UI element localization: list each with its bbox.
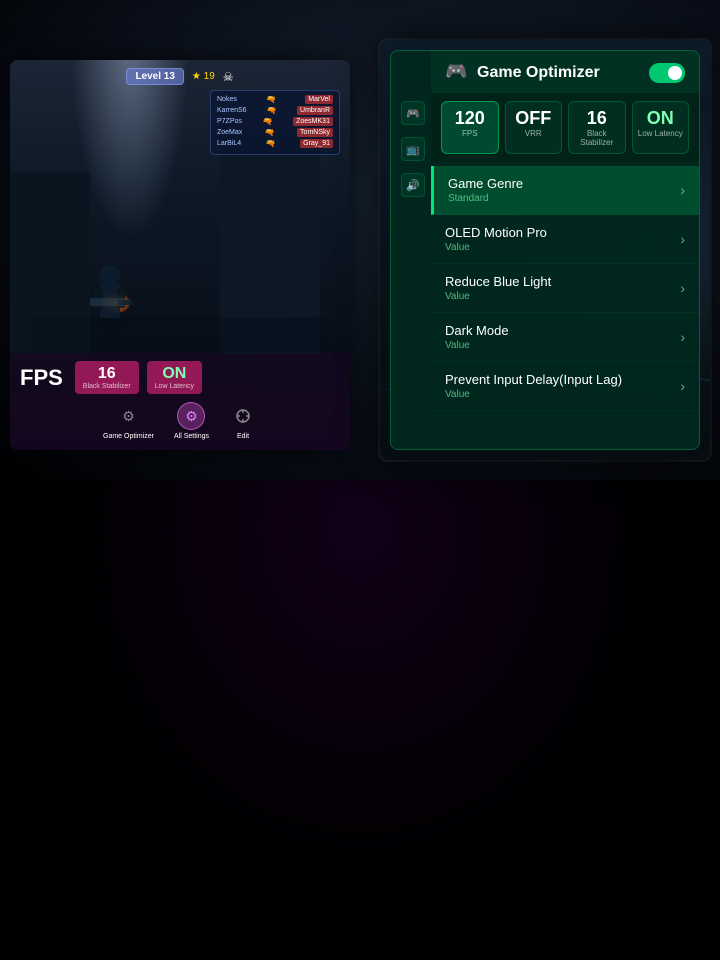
table-row: ZoeMax 🔫 TomNSky — [217, 128, 333, 137]
fps-tile: 120 FPS — [441, 101, 499, 154]
level-badge: Level 13 — [126, 68, 183, 85]
black-stabilizer-badge: 16 Black Stabilizer — [75, 361, 139, 394]
table-row: P7ZPos 🔫 ZoesMK31 — [217, 117, 333, 126]
table-row: KarrenS6 🔫 UmbranR — [217, 106, 333, 115]
weapon-icon: 🔫 — [263, 117, 273, 126]
game-optimizer-shortcut[interactable]: ⚙ Game Optimizer — [103, 402, 154, 440]
optimizer-header: 🎮 Game Optimizer — [431, 51, 699, 93]
menu-item-game-genre[interactable]: Game Genre Standard › — [431, 166, 699, 215]
reduce-blue-light-info: Reduce Blue Light Value — [445, 274, 551, 302]
game-genre-value: Standard — [448, 193, 523, 204]
toggle-knob — [668, 66, 682, 80]
oled-motion-title: OLED Motion Pro — [445, 225, 547, 240]
weapon-icon: 🔫 — [265, 128, 275, 137]
game-icon: 🎮 — [445, 61, 469, 85]
input-delay-info: Prevent Input Delay(Input Lag) Value — [445, 372, 622, 400]
crosshair-icon — [229, 402, 257, 430]
weapon-icon: 🔫 — [267, 106, 277, 115]
optimizer-title-row: 🎮 Game Optimizer — [445, 61, 600, 85]
chevron-icon: › — [680, 182, 685, 198]
reduce-blue-light-title: Reduce Blue Light — [445, 274, 551, 289]
latency-tile: ON Low Latency — [632, 101, 690, 154]
chevron-icon: › — [680, 378, 685, 394]
bottom-section — [0, 480, 720, 960]
all-settings-label: All Settings — [174, 433, 209, 440]
black-stabilizer-value: 16 — [83, 365, 131, 383]
optimizer-title: Game Optimizer — [477, 64, 600, 82]
game-genre-info: Game Genre Standard — [448, 176, 523, 204]
game-genre-title: Game Genre — [448, 176, 523, 191]
all-settings-shortcut[interactable]: ⚙ All Settings — [174, 402, 209, 440]
stats-row: FPS 16 Black Stabilizer ON Low Latency — [20, 361, 340, 394]
input-delay-value: Value — [445, 389, 622, 400]
fps-value: 120 — [446, 108, 494, 129]
skull-icon: ☠ — [223, 70, 234, 84]
fps-unit: FPS — [446, 129, 494, 138]
black-stab-unit: Black Stabilizer — [573, 129, 621, 147]
top-bar: Level 13 ★ 19 ☠ — [10, 68, 350, 85]
latency-unit: Low Latency — [637, 129, 685, 138]
menu-item-dark-mode[interactable]: Dark Mode Value › — [431, 313, 699, 362]
menu-item-oled-motion[interactable]: OLED Motion Pro Value › — [431, 215, 699, 264]
reduce-blue-light-value: Value — [445, 291, 551, 302]
left-tv: Level 13 ★ 19 ☠ Nokes 🔫 MarVel KarrenS6 … — [10, 60, 350, 450]
fps-display: FPS — [20, 365, 63, 391]
crosshair-shortcut[interactable]: Edit — [229, 402, 257, 440]
optimizer-toggle[interactable] — [649, 63, 685, 83]
weapon-icon: 🔫 — [266, 95, 276, 104]
game-optimizer-icon: ⚙ — [114, 402, 142, 430]
chevron-icon: › — [680, 280, 685, 296]
hud-overlay: Level 13 ★ 19 ☠ Nokes 🔫 MarVel KarrenS6 … — [10, 60, 350, 450]
vrr-tile: OFF VRR — [505, 101, 563, 154]
weapon-icon: 🔫 — [266, 139, 276, 148]
latency-value: ON — [637, 108, 685, 129]
side-icons: 🎮 📺 🔊 — [401, 101, 425, 197]
volume-icon[interactable]: 🔊 — [401, 173, 425, 197]
oled-motion-info: OLED Motion Pro Value — [445, 225, 547, 253]
game-optimizer-label: Game Optimizer — [103, 433, 154, 440]
optimizer-menu: Game Genre Standard › OLED Motion Pro Va… — [431, 162, 699, 415]
chevron-icon: › — [680, 231, 685, 247]
low-latency-badge: ON Low Latency — [147, 361, 202, 394]
controller-icon[interactable]: 🎮 — [401, 101, 425, 125]
dark-mode-value: Value — [445, 340, 509, 351]
bottom-hud: FPS 16 Black Stabilizer ON Low Latency ⚙ — [10, 353, 350, 450]
menu-icons: ⚙ Game Optimizer ⚙ All Settings — [20, 402, 340, 440]
right-tv: 🎮 📺 🔊 🎮 Game Optimizer — [380, 40, 710, 460]
input-delay-title: Prevent Input Delay(Input Lag) — [445, 372, 622, 387]
chevron-icon: › — [680, 329, 685, 345]
vrr-unit: VRR — [510, 129, 558, 138]
display-icon[interactable]: 📺 — [401, 137, 425, 161]
all-settings-icon: ⚙ — [177, 402, 205, 430]
vrr-value: OFF — [510, 108, 558, 129]
scoreboard: Nokes 🔫 MarVel KarrenS6 🔫 UmbranR P7ZPos… — [210, 90, 340, 155]
dark-mode-info: Dark Mode Value — [445, 323, 509, 351]
dark-mode-title: Dark Mode — [445, 323, 509, 338]
table-row: LarBiL4 🔫 Gray_91 — [217, 139, 333, 148]
black-stabilizer-label: Black Stabilizer — [83, 383, 131, 390]
low-latency-value: ON — [155, 365, 194, 383]
main-scene: Level 13 ★ 19 ☠ Nokes 🔫 MarVel KarrenS6 … — [0, 0, 720, 480]
black-stab-value: 16 — [573, 108, 621, 129]
menu-item-reduce-blue-light[interactable]: Reduce Blue Light Value › — [431, 264, 699, 313]
oled-motion-value: Value — [445, 242, 547, 253]
optimizer-panel: 🎮 📺 🔊 🎮 Game Optimizer — [390, 50, 700, 450]
low-latency-label: Low Latency — [155, 383, 194, 390]
black-stab-tile: 16 Black Stabilizer — [568, 101, 626, 154]
star-icon: ★ 19 — [192, 71, 215, 82]
optimizer-stats-bar: 120 FPS OFF VRR 16 Black Stabilizer ON — [431, 93, 699, 162]
table-row: Nokes 🔫 MarVel — [217, 95, 333, 104]
edit-label: Edit — [237, 433, 249, 440]
menu-item-input-delay[interactable]: Prevent Input Delay(Input Lag) Value › — [431, 362, 699, 411]
